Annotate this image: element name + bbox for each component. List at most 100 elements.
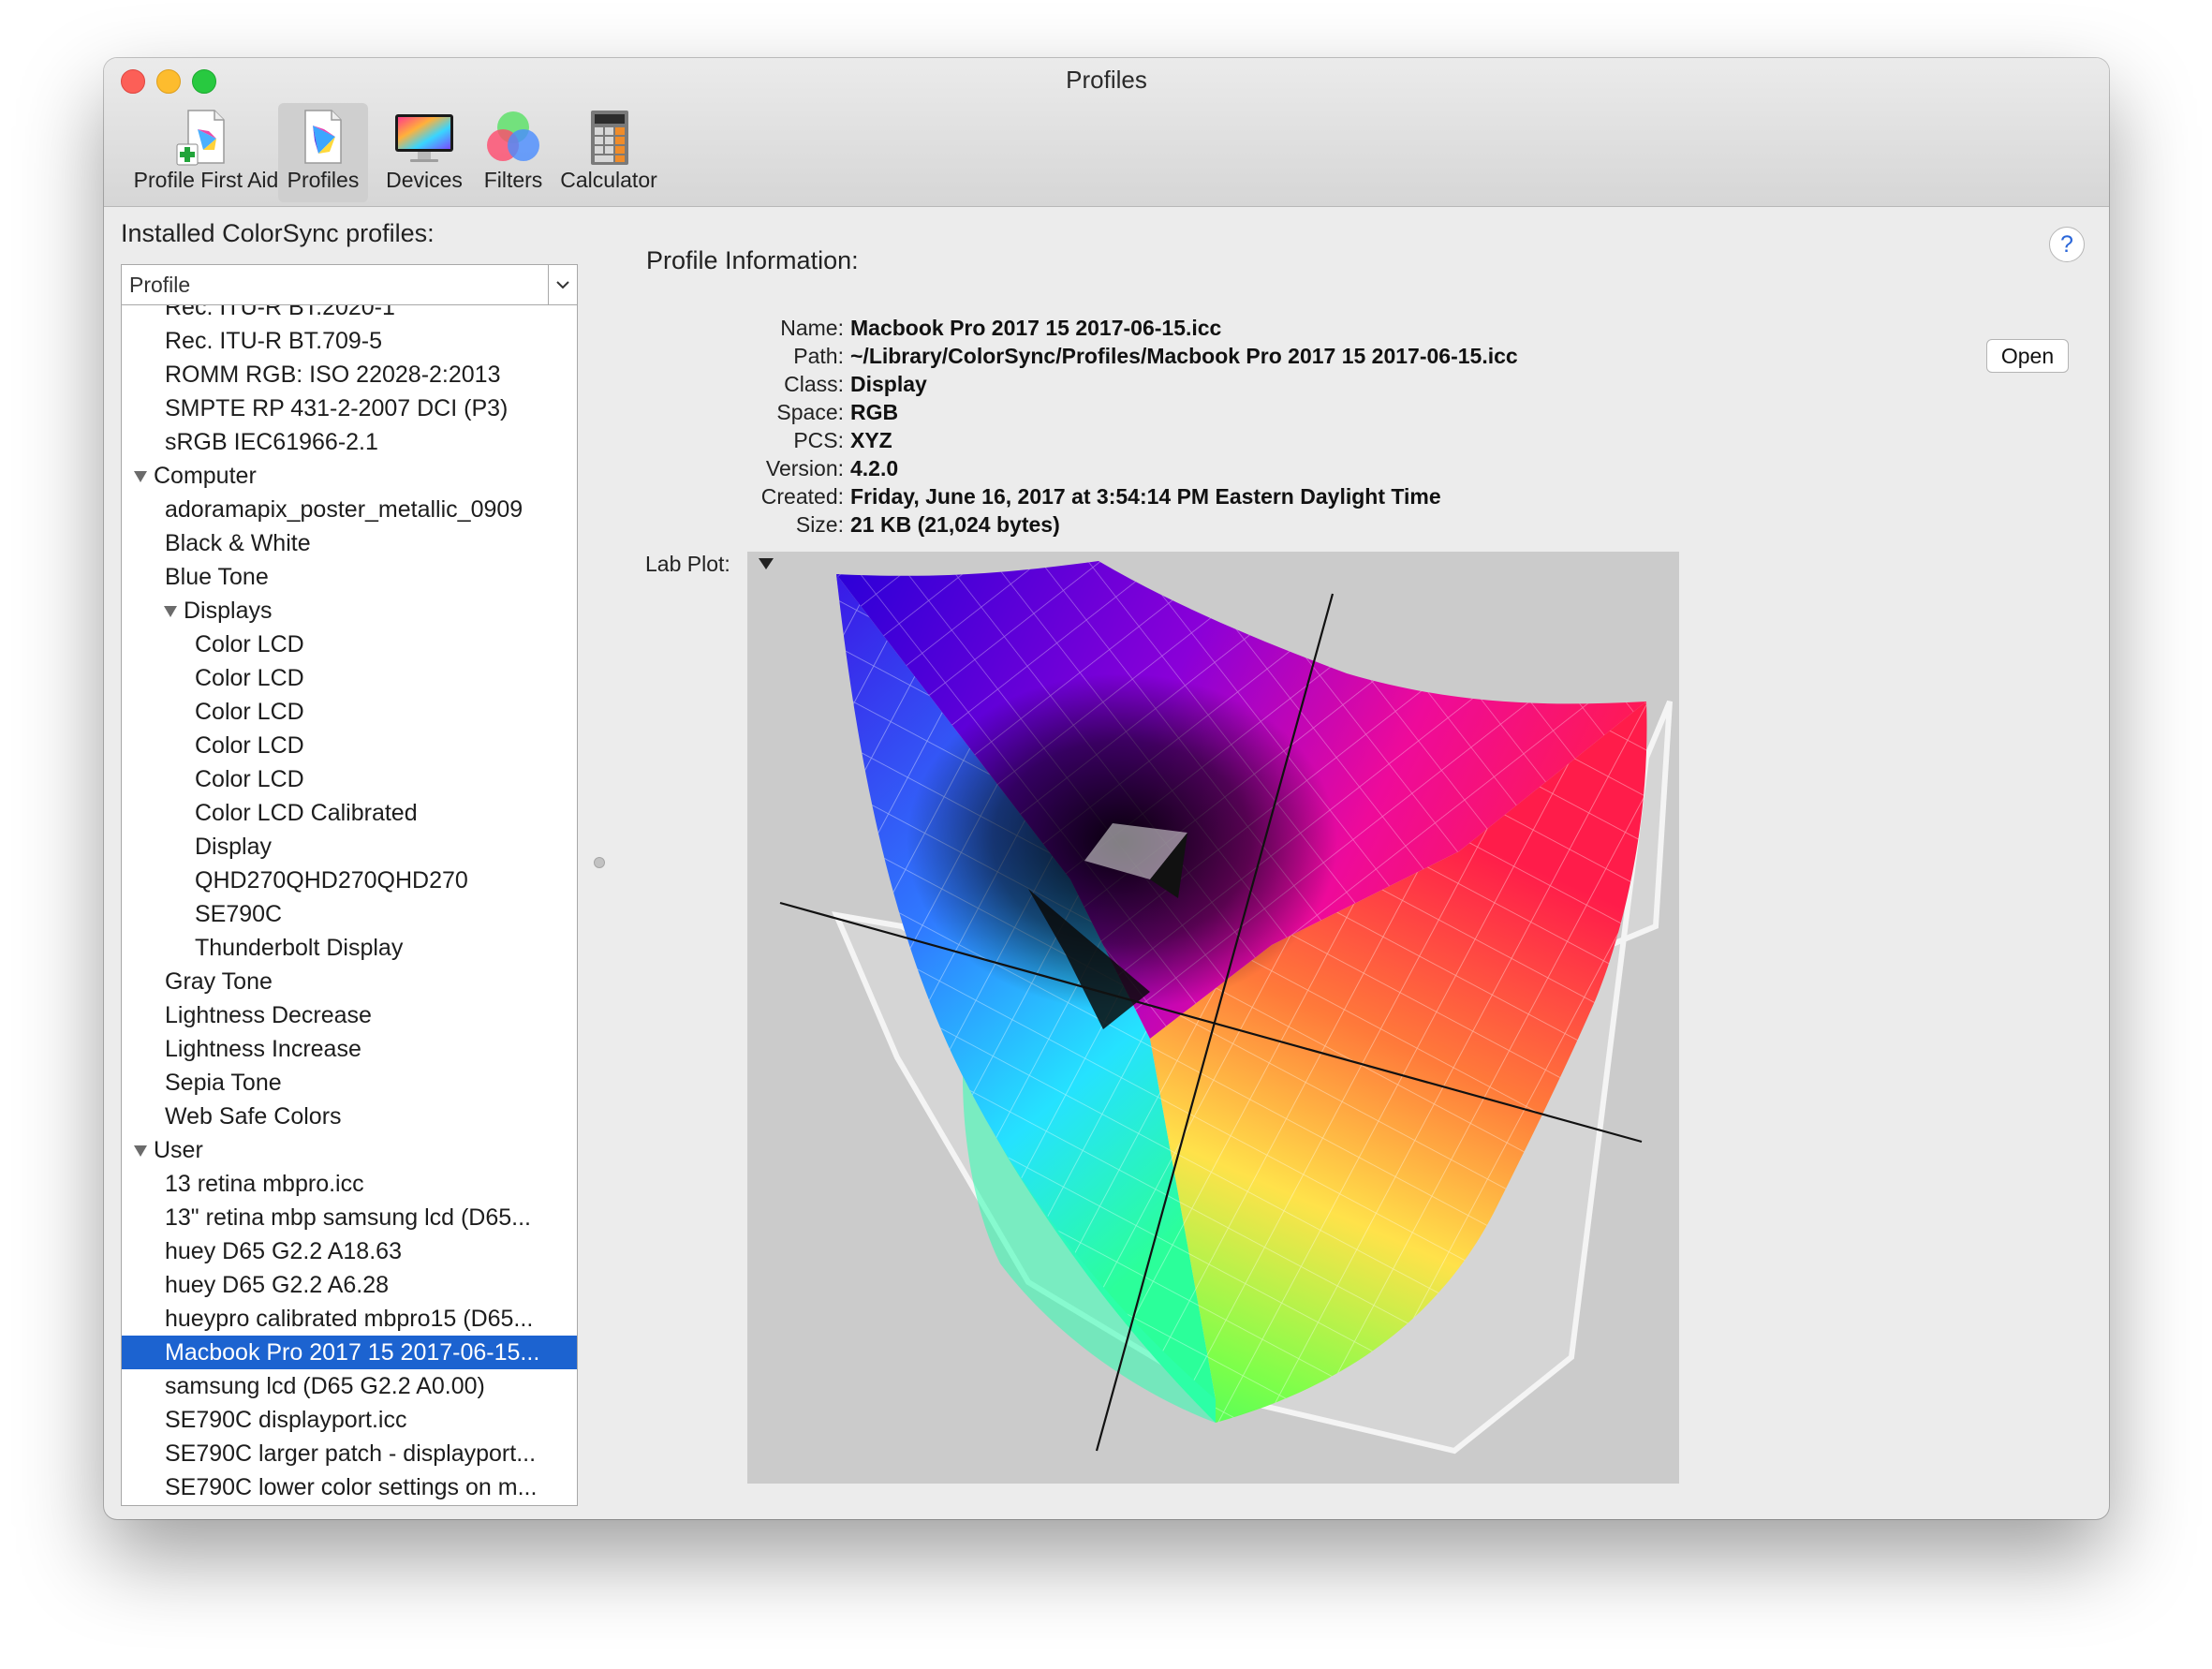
profile-row[interactable]: Gray Tone [122, 965, 577, 998]
profile-row[interactable]: Sepia Tone [122, 1066, 577, 1100]
profile-row-label: Computer [154, 463, 257, 489]
profile-row-label: Color LCD [195, 699, 304, 725]
info-field-key: PCS: [793, 428, 844, 452]
profile-row-label: Color LCD Calibrated [195, 800, 418, 826]
profile-row-label: Sepia Tone [165, 1070, 282, 1096]
profile-row-label: sRGB IEC61966-2.1 [165, 429, 378, 455]
profile-row[interactable]: Color LCD [122, 729, 577, 762]
info-field-value: Friday, June 16, 2017 at 3:54:14 PM East… [850, 484, 1441, 509]
toolbar-label: Devices [386, 168, 463, 192]
profile-row[interactable]: QHD270QHD270QHD270 [122, 864, 577, 897]
profile-row-label: Color LCD [195, 665, 304, 691]
profile-row[interactable]: Lightness Decrease [122, 998, 577, 1032]
split-view-divider-handle[interactable] [594, 857, 605, 868]
column-sort-button[interactable] [548, 265, 577, 304]
lab-plot-label: Lab Plot: [645, 552, 730, 576]
profile-row[interactable]: SE790C lower color settings on m... [122, 1470, 577, 1504]
profile-row-label: Color LCD [195, 732, 304, 759]
profile-row[interactable]: sRGB IEC61966-2.1 [122, 425, 577, 459]
disclosure-triangle-icon[interactable] [133, 1145, 148, 1158]
profile-row-label: huey D65 G2.2 A6.28 [165, 1272, 390, 1298]
profile-row-label: hueypro calibrated mbpro15 (D65... [165, 1306, 534, 1332]
info-field-key: Created: [760, 484, 844, 509]
profiles-window: Profiles Profile First Aid Profiles Devi… [104, 58, 2109, 1519]
profile-row[interactable]: hueypro calibrated mbpro15 (D65... [122, 1302, 577, 1336]
profile-row-label: SMPTE RP 431-2-2007 DCI (P3) [165, 395, 509, 421]
profile-column-header[interactable]: Profile [121, 264, 578, 305]
info-field-value: RGB [850, 400, 899, 424]
profile-row-label: Blue Tone [165, 564, 269, 590]
profile-row-label: 13" retina mbp samsung lcd (D65... [165, 1204, 532, 1231]
profile-row[interactable]: 13 retina mbpro.icc [122, 1167, 577, 1201]
profile-row-label: Lightness Decrease [165, 1002, 372, 1028]
info-field-value: 21 KB (21,024 bytes) [850, 512, 1060, 537]
profile-row[interactable]: Color LCD [122, 628, 577, 661]
toolbar-profile-first-aid[interactable]: Profile First Aid [117, 103, 295, 202]
profile-row-label: User [154, 1137, 203, 1163]
open-button[interactable]: Open [1986, 339, 2069, 373]
calculator-icon [591, 111, 628, 165]
info-field-row: Class: [619, 370, 844, 398]
lab-plot[interactable] [747, 552, 1679, 1484]
toolbar-label: Profile First Aid [133, 168, 279, 192]
profile-row[interactable]: SE790C [122, 897, 577, 931]
info-field-row: Path: [619, 342, 844, 370]
profile-row[interactable]: samsung lcd (D65 G2.2 A0.00) [122, 1369, 577, 1403]
profile-row[interactable]: Black & White [122, 526, 577, 560]
disclosure-triangle-icon[interactable] [133, 470, 148, 483]
profiles-icon [304, 110, 342, 164]
help-button[interactable]: ? [2049, 227, 2085, 262]
profile-row[interactable]: Web Safe Colors [122, 1100, 577, 1133]
profile-row[interactable]: huey D65 G2.2 A6.28 [122, 1268, 577, 1302]
profile-row[interactable]: Color LCD [122, 695, 577, 729]
profile-row[interactable]: huey D65 G2.2 A18.63 [122, 1234, 577, 1268]
profile-group-row[interactable]: Computer [122, 459, 577, 493]
profile-row[interactable]: Thunderbolt Display [122, 931, 577, 965]
profile-row-label: huey D65 G2.2 A18.63 [165, 1238, 402, 1264]
profile-row[interactable]: Color LCD Calibrated [122, 796, 577, 830]
info-field-key: Size: [795, 512, 844, 537]
info-field-key: Class: [784, 372, 844, 396]
profile-row-label: SE790C lower color settings on m... [165, 1474, 538, 1500]
toolbar-label: Profiles [287, 168, 360, 192]
profile-row[interactable]: Macbook Pro 2017 15 2017-06-15... [122, 1336, 577, 1369]
profile-row[interactable]: SE790C larger patch - displayport... [122, 1437, 577, 1470]
profile-row[interactable]: SE790C displayport.icc [122, 1403, 577, 1437]
toolbar-calculator[interactable]: Calculator [540, 103, 677, 202]
chevron-down-icon [556, 281, 569, 289]
toolbar-profiles[interactable]: Profiles [278, 103, 368, 202]
profile-group-row[interactable]: Displays [122, 594, 577, 628]
profile-row[interactable]: adoramapix_poster_metallic_0909 [122, 493, 577, 526]
profile-row[interactable]: Blue Tone [122, 560, 577, 594]
info-field-key: Name: [780, 316, 844, 340]
profile-row-label: 13 retina mbpro.icc [165, 1171, 364, 1197]
profile-information-title: Profile Information: [646, 246, 859, 274]
lab-plot-disclosure-icon[interactable] [758, 557, 774, 570]
profile-row-label: Black & White [165, 530, 311, 556]
profile-row[interactable]: Color LCD [122, 661, 577, 695]
profile-group-row[interactable]: User [122, 1133, 577, 1167]
profile-row-label: SE790C displayport.icc [165, 1407, 407, 1433]
profile-row[interactable]: Color LCD [122, 762, 577, 796]
profile-row-label: Macbook Pro 2017 15 2017-06-15... [165, 1339, 540, 1366]
info-field-row: Size: [619, 510, 844, 539]
profile-row-label: samsung lcd (D65 G2.2 A0.00) [165, 1373, 485, 1399]
info-field-value: XYZ [850, 428, 892, 452]
profile-row[interactable]: ROMM RGB: ISO 22028-2:2013 [122, 358, 577, 391]
profile-row[interactable]: Rec. ITU-R BT.2020-1 [122, 305, 577, 324]
devices-icon [395, 114, 453, 162]
info-field-key: Version: [765, 456, 844, 480]
profile-row[interactable]: Rec. ITU-R BT.709-5 [122, 324, 577, 358]
toolbar-devices[interactable]: Devices [372, 103, 477, 202]
profile-row[interactable]: SMPTE RP 431-2-2007 DCI (P3) [122, 391, 577, 425]
profile-row-label: adoramapix_poster_metallic_0909 [165, 496, 524, 523]
profile-first-aid-icon [176, 110, 225, 166]
profile-row[interactable]: Lightness Increase [122, 1032, 577, 1066]
profile-list[interactable]: Rec. ITU-R BT.2020-1 Rec. ITU-R BT.709-5 R… [121, 305, 578, 1506]
profile-row[interactable]: Display [122, 830, 577, 864]
profile-row[interactable]: 13" retina mbp samsung lcd (D65... [122, 1201, 577, 1234]
profile-row-label: QHD270QHD270QHD270 [195, 867, 468, 894]
profile-row-label: SE790C [195, 901, 283, 927]
profile-row-label: Thunderbolt Display [195, 935, 404, 961]
disclosure-triangle-icon[interactable] [163, 605, 178, 618]
